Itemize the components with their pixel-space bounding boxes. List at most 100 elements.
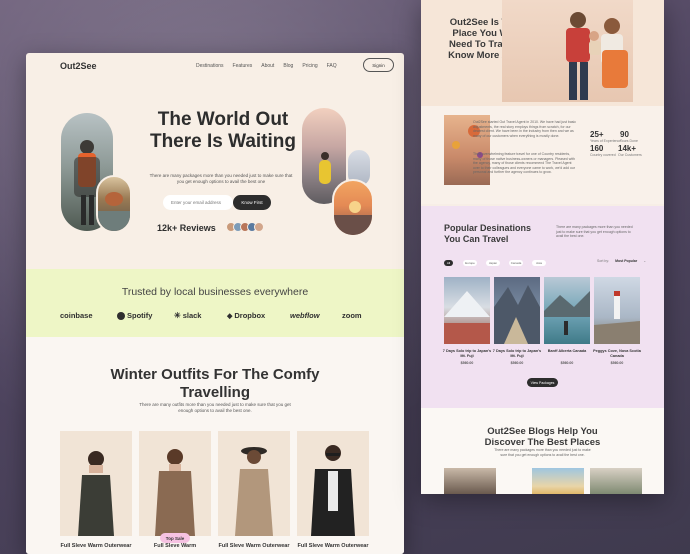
brand-slack: ✳ slack [174,311,201,320]
dropbox-icon: ◆ [227,312,233,320]
product-title[interactable]: Full Sleve Warm Outerwear [293,543,373,549]
email-input[interactable]: Enter your email address [163,195,233,210]
stat-value: 25+ [590,130,604,139]
spotify-icon [117,311,125,320]
popular-subtitle: There are many packages more than you ne… [556,225,633,238]
family-photo [502,0,633,102]
popular-title: Popular Desinations You Can Travel [444,223,532,244]
view-packages-button[interactable]: View Packages [527,378,558,387]
blogs-title: Out2See Blogs Help You Discover The Best… [484,426,601,448]
hero-image-sunset [332,179,374,237]
about-paragraph: Out2See started Out Travel Agent in 2010… [473,120,577,138]
filter-europe[interactable]: Europe [463,260,477,266]
nav-link-pricing[interactable]: Pricing [302,63,317,69]
blog-image[interactable] [590,468,642,494]
product-card-image[interactable] [297,431,369,536]
top-sale-badge: Top Sale [160,533,190,543]
winter-section: Winter Outfits For The Comfy Travelling … [26,337,404,554]
destination-name[interactable]: Peggys Cove, Nova Scotia Canada [590,349,644,358]
destination-image[interactable] [544,277,590,344]
reviewer-avatars [226,222,264,232]
brand-zoom: zoom [342,311,362,320]
model-photo [235,447,273,536]
lake-scene [98,192,130,231]
stat-label: Our Customers [618,153,642,157]
know-first-button[interactable]: Know First [233,195,271,210]
product-card-image[interactable] [60,431,132,536]
brand-coinbase: coinbase [60,311,93,320]
logo[interactable]: Out2See [60,61,97,71]
nav-link-destinations[interactable]: Destinations [196,63,224,69]
blogs-section: Out2See Blogs Help You Discover The Best… [421,408,664,494]
model-photo [78,451,114,536]
family-figures [566,12,628,100]
sort-label: Sort by: [597,259,610,263]
trusted-title: Trusted by local businesses everywhere [121,286,309,298]
destination-name[interactable]: 7 Days Solo trip to Japan's Mt. Fuji [440,349,494,358]
stat-value: 160 [590,144,604,153]
nav-link-features[interactable]: Features [233,63,253,69]
product-title[interactable]: Full Sleve Warm [135,543,215,549]
hero-image-lake [96,175,132,233]
nav-link-about[interactable]: About [261,63,274,69]
brand-name: coinbase [60,311,93,320]
filter-all[interactable]: All [444,260,453,266]
sort-value: Most Popular [615,259,638,263]
destination-image[interactable] [444,277,490,344]
brand-spotify: Spotify [117,311,152,320]
reviews-count: 12k+ Reviews [157,223,216,233]
filter-canada[interactable]: Canada [509,260,523,266]
stat-label: Tours Done [620,139,638,143]
filter-japan[interactable]: Japan [486,260,500,266]
fuji-scene [444,291,490,344]
destination-price: $560.00 [610,361,624,365]
popular-destinations: Popular Desinations You Can Travel There… [421,206,664,408]
destination-price: $560.00 [510,361,524,365]
brand-name: Spotify [127,311,153,320]
model-photo [155,449,195,536]
about-section: Out2See started Out Travel Agent in 2010… [421,106,664,204]
filter-asia[interactable]: Asia [532,260,546,266]
landing-page-side: Out2See Is The Only Place You Will Ever … [421,0,664,494]
nav-links: Destinations Features About Blog Pricing… [196,63,337,69]
blog-image[interactable] [444,468,496,494]
product-card-image[interactable] [139,431,211,536]
sort-dropdown[interactable]: Sort by: Most Popular ⌄ [597,259,646,263]
destination-name[interactable]: Banff Alberta Canada [540,349,594,354]
brand-name: Dropbox [234,311,266,320]
brand-name: zoom [342,311,362,320]
blog-image[interactable] [532,468,584,494]
brand-dropbox: ◆ Dropbox [227,311,265,320]
about-hero: Out2See Is The Only Place You Will Ever … [421,0,664,106]
destination-image[interactable] [494,277,540,344]
stat-label: Years of Experience [590,139,622,143]
brand-name: webflow [290,311,320,320]
product-card-image[interactable] [218,431,290,536]
destination-price: $560.00 [460,361,474,365]
stat-value: 14k+ [618,144,637,153]
stat-value: 90 [620,130,629,139]
trusted-section: Trusted by local businesses everywhere c… [26,269,404,337]
chevron-down-icon: ⌄ [643,259,647,263]
stat-label: Country covered [590,153,616,157]
product-title[interactable]: Full Sleve Warm Outerwear [56,543,136,549]
destination-name[interactable]: 7 Days Solo trip to Japan's Mt. Fuji [490,349,544,358]
navbar: Out2See Destinations Features About Blog… [26,53,404,81]
sunset-scene [334,201,372,235]
winter-title: Winter Outfits For The Comfy Travelling [110,366,320,401]
winter-subtitle: There are many outfits more than you nee… [139,402,291,413]
model-photo [311,445,355,536]
blogs-subtitle: There are many packages more than you ne… [494,448,591,457]
destination-price: $560.00 [560,361,574,365]
avatar [254,222,264,232]
nav-link-blog[interactable]: Blog [283,63,293,69]
slack-icon: ✳ [174,311,181,320]
hero-subtitle: There are many packages more than you ne… [149,173,293,184]
signin-button[interactable]: Signin [363,58,394,72]
brand-name: slack [182,311,202,320]
valley-scene [494,285,540,344]
nav-link-faq[interactable]: FAQ [327,63,337,69]
lighthouse-scene [594,291,640,344]
destination-image[interactable] [594,277,640,344]
product-title[interactable]: Full Sleve Warm Outerwear [214,543,294,549]
